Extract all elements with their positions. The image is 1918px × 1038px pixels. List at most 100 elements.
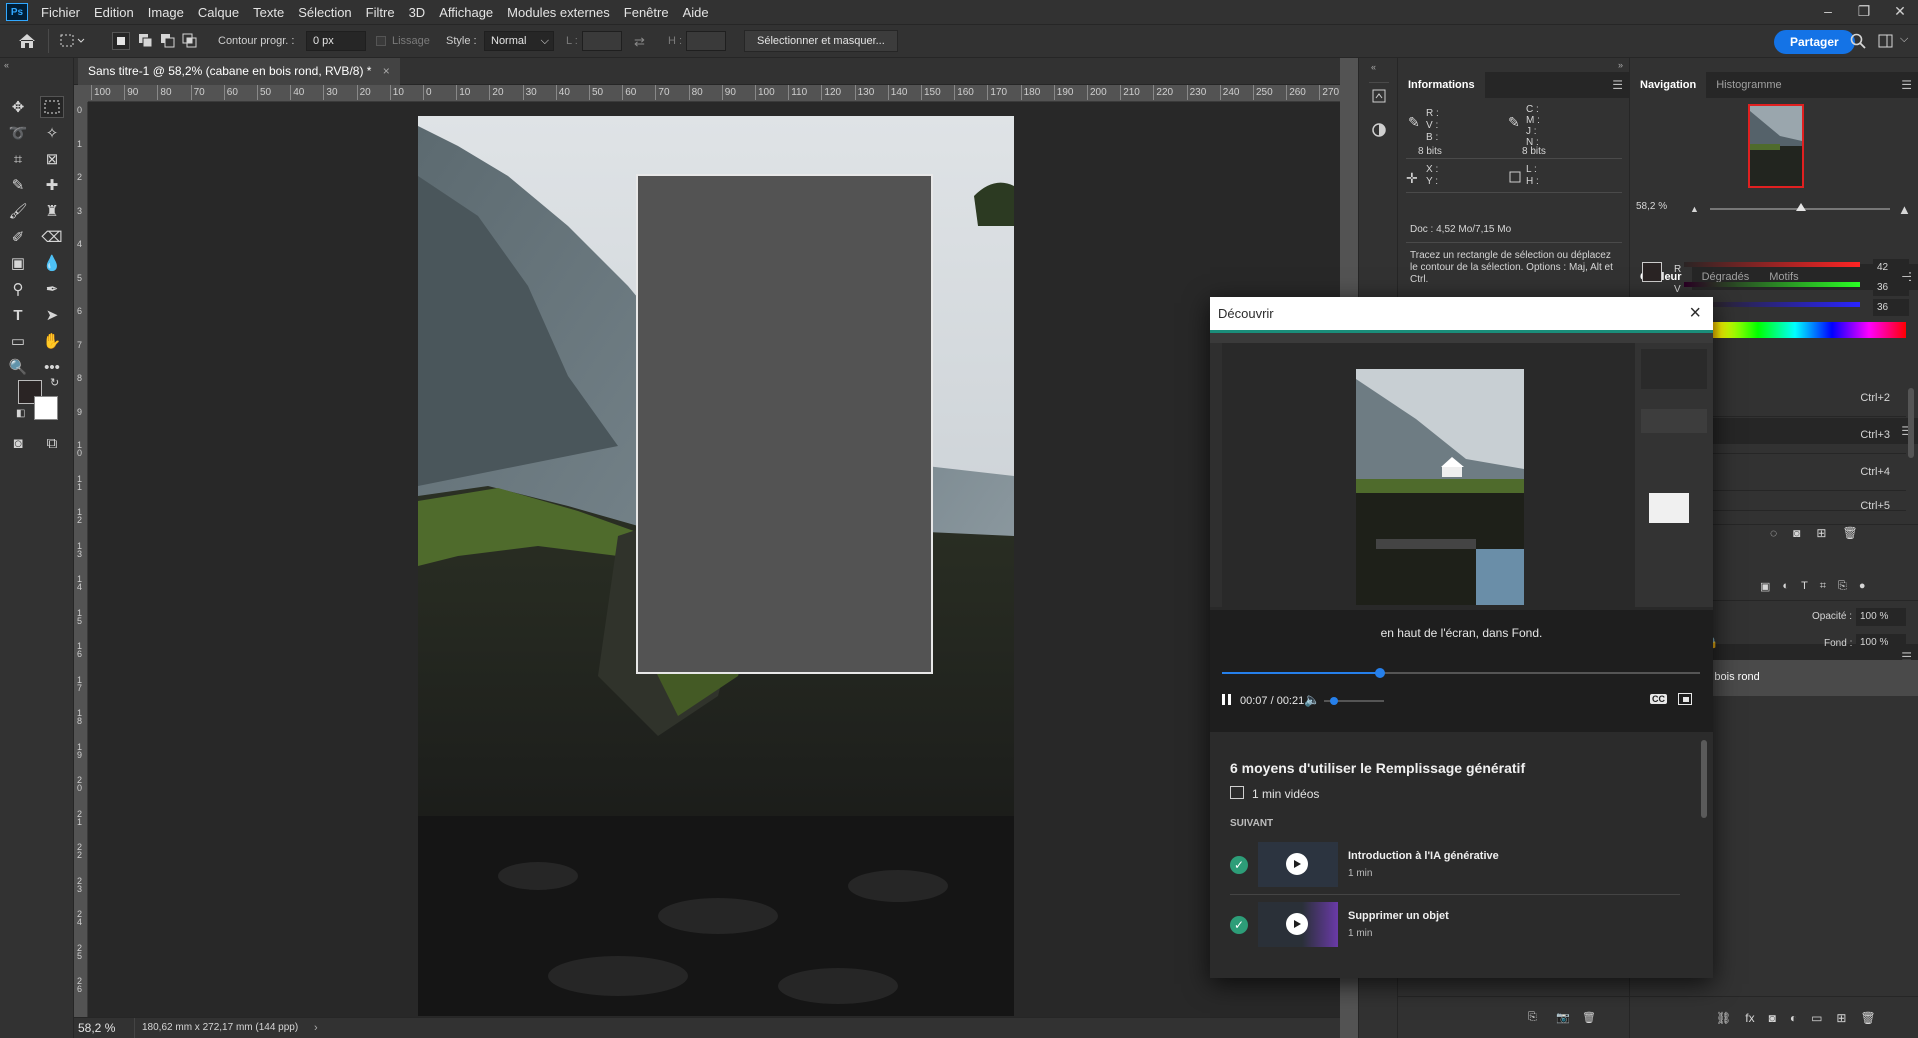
more-tools-icon[interactable]: •••: [40, 356, 64, 378]
tab-informations[interactable]: Informations: [1398, 72, 1485, 98]
video-progress-track[interactable]: [1222, 668, 1700, 678]
navigation-menu-icon[interactable]: ☰: [1901, 78, 1912, 92]
dodge-tool-icon[interactable]: ⚲: [6, 278, 30, 300]
filter-smart-icon[interactable]: ⎘: [1838, 580, 1847, 593]
close-tab-icon[interactable]: ×: [383, 64, 390, 78]
menu-affichage[interactable]: Affichage: [432, 5, 500, 20]
menu-texte[interactable]: Texte: [246, 5, 291, 20]
brush-tool-icon[interactable]: 🖌: [6, 200, 30, 222]
move-tool-icon[interactable]: ✥: [6, 96, 30, 118]
menu-3d[interactable]: 3D: [402, 5, 433, 20]
pen-tool-icon[interactable]: ✒: [40, 278, 64, 300]
search-icon[interactable]: [1850, 33, 1866, 49]
add-selection-icon[interactable]: [138, 33, 154, 49]
marquee-preset-icon[interactable]: [60, 33, 86, 49]
volume-handle[interactable]: [1330, 697, 1338, 705]
menu-aide[interactable]: Aide: [676, 5, 716, 20]
blur-tool-icon[interactable]: 💧: [40, 252, 64, 274]
adjustment-layer-icon[interactable]: ◐: [1790, 1011, 1797, 1025]
info-panel-menu-icon[interactable]: ☰: [1612, 78, 1623, 92]
frame-tool-icon[interactable]: ⊠: [40, 148, 64, 170]
zoom-in-mountain-icon[interactable]: ▲: [1898, 202, 1911, 217]
history-panel-icon[interactable]: [1369, 86, 1389, 106]
canvas-area[interactable]: [88, 102, 1340, 1017]
zoom-tool-icon[interactable]: 🔍: [6, 356, 30, 378]
eyedropper-tool-icon[interactable]: ✎: [6, 174, 30, 196]
new-layer-icon[interactable]: ⊞: [1836, 1011, 1846, 1025]
volume-icon[interactable]: 🔈: [1304, 692, 1320, 708]
filter-adjustment-icon[interactable]: ◐: [1782, 580, 1789, 593]
swap-dimensions-icon[interactable]: ⇄: [634, 34, 645, 50]
quick-mask-icon[interactable]: ◙: [6, 432, 30, 454]
workspace-icon[interactable]: [1878, 33, 1894, 49]
zoom-out-mountain-icon[interactable]: ▲: [1690, 204, 1699, 214]
zoom-slider-handle[interactable]: [1796, 203, 1806, 211]
height-input[interactable]: [686, 31, 726, 51]
navigator-zoom[interactable]: 58,2 %: [1636, 201, 1667, 212]
contour-input[interactable]: 0 px: [306, 31, 366, 51]
path-selection-tool-icon[interactable]: ➤: [40, 304, 64, 326]
document-tab[interactable]: Sans titre-1 @ 58,2% (cabane en bois ron…: [78, 58, 400, 85]
share-button[interactable]: Partager: [1774, 30, 1855, 54]
filter-pixel-icon[interactable]: ▣: [1760, 580, 1770, 593]
menu-filtre[interactable]: Filtre: [359, 5, 402, 20]
collapse-icons-arrow[interactable]: «: [1371, 62, 1376, 72]
close-icon[interactable]: ×: [1689, 297, 1701, 330]
history-brush-tool-icon[interactable]: ✐: [6, 226, 30, 248]
style-select[interactable]: Normal ⌵: [484, 31, 554, 51]
hand-tool-icon[interactable]: ✋: [40, 330, 64, 352]
rect-marquee-tool-icon[interactable]: [40, 96, 64, 118]
menu-fenetre[interactable]: Fenêtre: [617, 5, 676, 20]
delete-channel-icon[interactable]: 🗑: [1842, 526, 1857, 540]
width-input[interactable]: [582, 31, 622, 51]
status-arrow-icon[interactable]: ›: [314, 1018, 318, 1038]
list-item[interactable]: ✓ Introduction à l'IA générative 1 min: [1210, 836, 1688, 894]
magic-wand-tool-icon[interactable]: ✧: [40, 122, 64, 144]
minimize-icon[interactable]: –: [1810, 0, 1846, 24]
video-progress-handle[interactable]: [1374, 668, 1385, 678]
new-selection-icon[interactable]: [112, 32, 130, 50]
swap-colors-icon[interactable]: ↻: [50, 376, 59, 389]
filter-type-icon[interactable]: T: [1801, 580, 1808, 593]
eraser-tool-icon[interactable]: ⌫: [40, 226, 64, 248]
fill-input[interactable]: 100 %: [1856, 634, 1906, 652]
home-icon[interactable]: [18, 33, 36, 49]
screen-mode-icon[interactable]: ⧉: [40, 432, 64, 454]
menu-image[interactable]: Image: [141, 5, 191, 20]
tutorial-video[interactable]: [1210, 330, 1713, 610]
picture-in-picture-icon[interactable]: [1678, 693, 1692, 705]
intersect-selection-icon[interactable]: [182, 33, 198, 49]
add-mask-icon[interactable]: ◙: [1769, 1011, 1776, 1025]
link-layers-icon[interactable]: ⛓: [1716, 1011, 1731, 1025]
default-colors-icon[interactable]: ◧: [16, 408, 25, 419]
fx-icon[interactable]: fx: [1745, 1011, 1754, 1025]
zoom-slider[interactable]: [1710, 203, 1890, 211]
menu-fichier[interactable]: Fichier: [34, 5, 87, 20]
stamp-tool-icon[interactable]: ♜: [40, 200, 64, 222]
opacity-input[interactable]: 100 %: [1856, 608, 1906, 626]
rectangle-tool-icon[interactable]: ▭: [6, 330, 30, 352]
color-fg-swatch[interactable]: [1642, 262, 1662, 282]
g-slider[interactable]: [1684, 282, 1860, 287]
lissage-checkbox[interactable]: [376, 36, 386, 46]
tab-navigation[interactable]: Navigation: [1630, 72, 1707, 98]
list-item[interactable]: ✓ Supprimer un objet 1 min: [1210, 896, 1688, 954]
filter-toggle-icon[interactable]: ●: [1859, 580, 1866, 593]
load-selection-icon[interactable]: ◌: [1770, 526, 1777, 540]
menu-edition[interactable]: Edition: [87, 5, 141, 20]
collapse-arrows-icon[interactable]: «: [4, 60, 9, 70]
new-snapshot-icon[interactable]: ⎘: [1528, 1011, 1537, 1024]
type-tool-icon[interactable]: T: [6, 304, 30, 326]
closed-captions-icon[interactable]: CC: [1650, 694, 1667, 704]
healing-brush-tool-icon[interactable]: ✚: [40, 174, 64, 196]
filter-shape-icon[interactable]: ⌗: [1820, 580, 1826, 593]
volume-track[interactable]: [1324, 697, 1384, 705]
pause-icon[interactable]: [1222, 694, 1231, 705]
adjustments-panel-icon[interactable]: [1369, 120, 1389, 140]
r-slider[interactable]: [1684, 262, 1860, 267]
crop-tool-icon[interactable]: ⌗: [6, 148, 30, 170]
close-window-icon[interactable]: ✕: [1882, 0, 1918, 24]
restore-icon[interactable]: ❐: [1846, 0, 1882, 24]
menu-selection[interactable]: Sélection: [291, 5, 358, 20]
lasso-tool-icon[interactable]: ➰: [6, 122, 30, 144]
